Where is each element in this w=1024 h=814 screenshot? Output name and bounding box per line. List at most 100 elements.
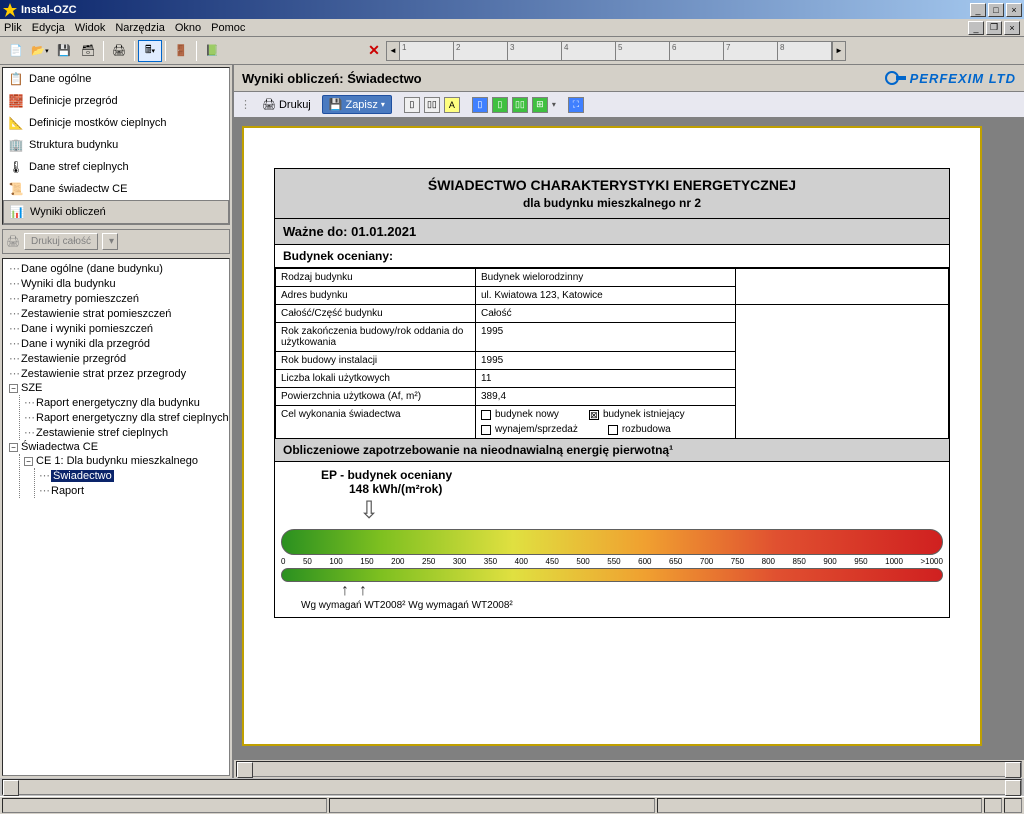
cert-subtitle: dla budynku mieszkalnego nr 2	[283, 196, 941, 210]
cert-icon: 📜	[8, 181, 24, 197]
printer-icon: 🖨	[262, 98, 276, 111]
new-button[interactable]: 📄	[4, 40, 28, 62]
minimize-button[interactable]: _	[970, 3, 986, 17]
save-all-button[interactable]: 🗃	[76, 40, 100, 62]
mdi-close-button[interactable]: ×	[1004, 21, 1020, 35]
arrow-down-icon: ⇩	[359, 496, 943, 525]
view1-icon[interactable]: ▯	[472, 97, 488, 113]
sheet-tabs: ✕ ◄ 1 2 3 4 5 6 7 8 ►	[364, 41, 846, 61]
tree-item[interactable]: ⋯Zestawienie strat pomieszczeń	[5, 306, 227, 321]
tab-5[interactable]: 5	[616, 41, 670, 61]
tab-close-icon[interactable]: ✕	[364, 41, 384, 61]
nav-dane-ogolne[interactable]: 📋Dane ogólne	[3, 68, 229, 90]
nav-definicje-przegrod[interactable]: 🧱Definicje przegród	[3, 90, 229, 112]
tree-item[interactable]: ⋯Zestawienie przegród	[5, 351, 227, 366]
tree-sze[interactable]: −SZE	[5, 381, 227, 395]
nav-struktura[interactable]: 🏢 Struktura budynku	[3, 134, 229, 156]
checkbox-istniejacy: ⊠budynek istniejący	[589, 409, 685, 420]
main-h-scrollbar[interactable]	[2, 779, 1022, 795]
open-button[interactable]: 📂▾	[28, 40, 52, 62]
view2-icon[interactable]: ▯	[492, 97, 508, 113]
exit-button[interactable]: 🚪	[169, 40, 193, 62]
menu-plik[interactable]: Plik	[4, 22, 22, 34]
cert-title: ŚWIADECTWO CHARAKTERYSTYKI ENERGETYCZNEJ	[283, 177, 941, 193]
print-all-bar: 🖨 Drukuj całość ▾	[2, 229, 230, 254]
nav-mostki[interactable]: 📐Definicje mostków cieplnych	[3, 112, 229, 134]
cert-valid: Ważne do: 01.01.2021	[275, 219, 949, 245]
doc-print-button[interactable]: 🖨Drukuj	[255, 95, 318, 114]
panel-title: Wyniki obliczeń: Świadectwo	[242, 71, 422, 86]
find-icon[interactable]: A	[444, 97, 460, 113]
tab-3[interactable]: 3	[508, 41, 562, 61]
tree-item[interactable]: ⋯Raport energetyczny dla budynku	[20, 395, 227, 410]
tree-ce[interactable]: −Świadectwa CE	[5, 440, 227, 454]
tree-swiadectwo[interactable]: ⋯Świadectwo	[35, 468, 227, 483]
cert-table: Rodzaj budynkuBudynek wielorodzinny Adre…	[275, 268, 949, 439]
print-all-dropdown[interactable]: ▾	[102, 233, 118, 250]
printer-icon: 🖨	[6, 235, 20, 248]
nav-label: Definicje mostków cieplnych	[29, 117, 167, 129]
tab-prev-button[interactable]: ◄	[386, 41, 400, 61]
tab-next-button[interactable]: ►	[832, 41, 846, 61]
print-all-button[interactable]: Drukuj całość	[24, 233, 98, 250]
tab-8[interactable]: 8	[778, 41, 832, 61]
nav-wyniki[interactable]: 📊Wyniki obliczeń	[3, 200, 229, 224]
cert-section-building: Budynek oceniany:	[275, 245, 949, 268]
zone-icon: 🌡	[8, 159, 24, 175]
save-button[interactable]: 💾	[52, 40, 76, 62]
tab-6[interactable]: 6	[670, 41, 724, 61]
tab-7[interactable]: 7	[724, 41, 778, 61]
status-cell	[657, 798, 982, 813]
calc-button[interactable]: 🖩▾	[138, 40, 162, 62]
help-button[interactable]: 📗	[200, 40, 224, 62]
window-title: Instal-OZC	[21, 4, 970, 16]
results-tree: ⋯Dane ogólne (dane budynku) ⋯Wyniki dla …	[2, 258, 230, 776]
view4-icon[interactable]: ⊞	[532, 97, 548, 113]
tree-raport[interactable]: ⋯Raport	[35, 483, 227, 498]
maximize-button[interactable]: □	[988, 3, 1004, 17]
menu-widok[interactable]: Widok	[75, 22, 106, 34]
page-icon[interactable]: ▯	[404, 97, 420, 113]
nav-strefy[interactable]: 🌡Dane stref cieplnych	[3, 156, 229, 178]
tab-2[interactable]: 2	[454, 41, 508, 61]
mdi-minimize-button[interactable]: _	[968, 21, 984, 35]
tree-item[interactable]: ⋯Dane ogólne (dane budynku)	[5, 261, 227, 276]
document-viewport[interactable]: ŚWIADECTWO CHARAKTERYSTYKI ENERGETYCZNEJ…	[234, 118, 1024, 760]
status-cell	[2, 798, 327, 813]
main-toolbar: 📄 📂▾ 💾 🗃 🖨 🖩▾ 🚪 📗 ✕ ◄ 1 2 3 4 5 6 7 8 ►	[0, 37, 1024, 65]
tree-ce-1[interactable]: −CE 1: Dla budynku mieszkalnego	[20, 454, 227, 468]
tree-item[interactable]: ⋯Zestawienie strat przez przegrody	[5, 366, 227, 381]
tab-4[interactable]: 4	[562, 41, 616, 61]
nav-label: Definicje przegród	[29, 95, 118, 107]
nav-label: Struktura budynku	[29, 139, 118, 151]
doc-h-scrollbar[interactable]	[236, 761, 1022, 777]
checkbox-nowy: budynek nowy	[481, 409, 559, 420]
status-cell	[984, 798, 1002, 813]
close-button[interactable]: ×	[1006, 3, 1022, 17]
building-icon: 🏢	[8, 137, 24, 153]
tree-item[interactable]: ⋯Raport energetyczny dla stref cieplnych	[20, 410, 227, 425]
tree-item[interactable]: ⋯Dane i wyniki dla przegród	[5, 336, 227, 351]
menu-pomoc[interactable]: Pomoc	[211, 22, 245, 34]
statusbar	[0, 796, 1024, 814]
tree-item[interactable]: ⋯Dane i wyniki pomieszczeń	[5, 321, 227, 336]
view3-icon[interactable]: ▯▯	[512, 97, 528, 113]
document-icon: 📋	[8, 71, 24, 87]
fullscreen-icon[interactable]: ⛶	[568, 97, 584, 113]
print-button[interactable]: 🖨	[107, 40, 131, 62]
nav-list: 📋Dane ogólne 🧱Definicje przegród 📐Defini…	[2, 67, 230, 225]
nav-swiadectwa[interactable]: 📜Dane świadectw CE	[3, 178, 229, 200]
tree-item[interactable]: ⋯Zestawienie stref cieplnych	[20, 425, 227, 440]
doc-save-button[interactable]: 💾Zapisz ▾	[322, 95, 392, 114]
right-panel: Wyniki obliczeń: Świadectwo PERFEXIM LTD…	[234, 65, 1024, 778]
checkbox-rozbudowa: rozbudowa	[608, 424, 671, 435]
menu-edycja[interactable]: Edycja	[32, 22, 65, 34]
menu-narzedzia[interactable]: Narzędzia	[115, 22, 165, 34]
mdi-restore-button[interactable]: ❐	[986, 21, 1002, 35]
tree-item[interactable]: ⋯Parametry pomieszczeń	[5, 291, 227, 306]
document-page: ŚWIADECTWO CHARAKTERYSTYKI ENERGETYCZNEJ…	[242, 126, 982, 746]
tree-item[interactable]: ⋯Wyniki dla budynku	[5, 276, 227, 291]
pages-icon[interactable]: ▯▯	[424, 97, 440, 113]
tab-1[interactable]: 1	[400, 41, 454, 61]
menu-okno[interactable]: Okno	[175, 22, 201, 34]
